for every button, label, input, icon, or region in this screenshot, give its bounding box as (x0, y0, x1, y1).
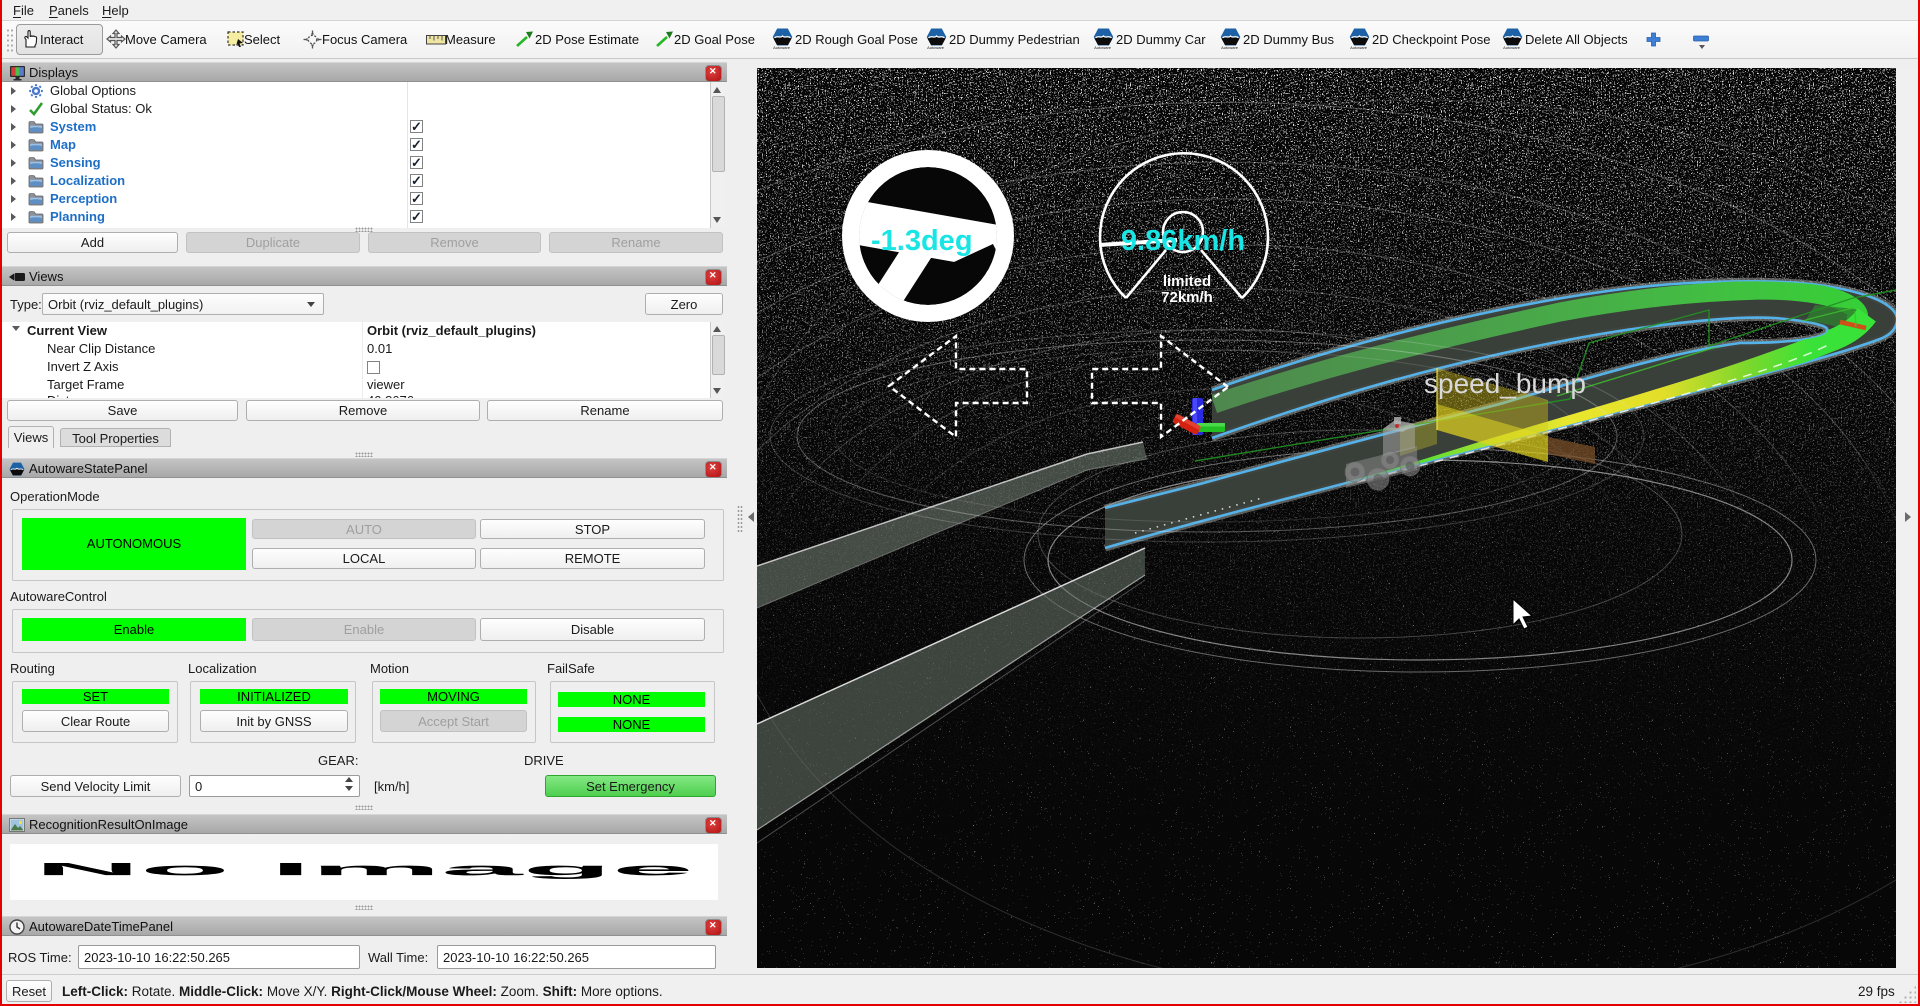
svg-text:72km/h: 72km/h (1161, 289, 1213, 306)
svg-text:9.86km/h: 9.86km/h (1121, 225, 1245, 257)
svg-text:limited: limited (1163, 273, 1211, 290)
svg-text:-1.3deg: -1.3deg (871, 225, 973, 257)
svg-text:speed_bump: speed_bump (1424, 368, 1586, 399)
